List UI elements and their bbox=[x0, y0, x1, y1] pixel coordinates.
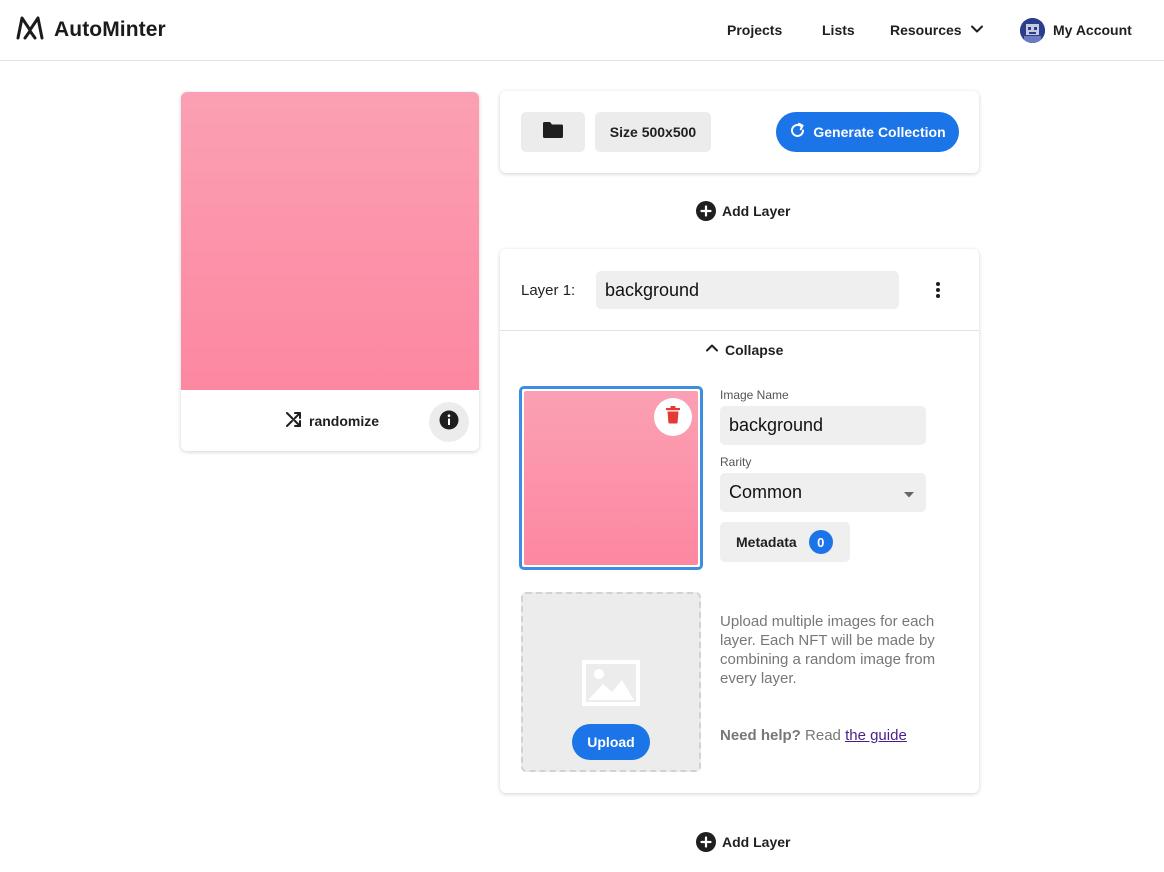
nav-account-label: My Account bbox=[1053, 22, 1132, 38]
autominter-logo-icon bbox=[16, 14, 44, 45]
randomize-label: randomize bbox=[309, 412, 380, 429]
randomize-button[interactable]: randomize bbox=[285, 410, 379, 431]
nft-preview-image bbox=[181, 92, 479, 390]
metadata-button[interactable]: Metadata 0 bbox=[720, 522, 850, 562]
layer-name-input[interactable] bbox=[596, 271, 899, 309]
layer-card: Layer 1: Collapse Image Name Rarity bbox=[500, 249, 979, 793]
add-layer-label: Add Layer bbox=[722, 203, 791, 219]
chevron-down-icon bbox=[970, 22, 984, 39]
refresh-icon bbox=[789, 122, 806, 142]
upload-button[interactable]: Upload bbox=[572, 724, 650, 760]
upload-dropzone[interactable]: Upload bbox=[521, 592, 701, 772]
nav-lists[interactable]: Lists bbox=[822, 0, 855, 60]
add-layer-button-top[interactable]: Add Layer bbox=[696, 201, 790, 221]
folder-icon bbox=[542, 121, 564, 144]
nav-my-account[interactable]: My Account bbox=[1020, 0, 1132, 60]
nav-resources-label: Resources bbox=[890, 22, 962, 38]
guide-link[interactable]: the guide bbox=[845, 727, 907, 744]
layer-image-tile[interactable] bbox=[519, 386, 703, 570]
layer-divider bbox=[500, 330, 979, 331]
shuffle-icon bbox=[285, 410, 303, 431]
dropdown-arrow-icon bbox=[904, 482, 914, 503]
layer-image-thumbnail bbox=[524, 391, 698, 565]
layer-number-label: Layer 1: bbox=[521, 282, 576, 299]
image-name-input[interactable] bbox=[720, 406, 926, 445]
generate-collection-label: Generate Collection bbox=[813, 124, 946, 140]
brand-name: AutoMinter bbox=[54, 17, 166, 41]
info-icon bbox=[439, 410, 459, 435]
nft-preview-card: randomize bbox=[181, 92, 479, 451]
rarity-label: Rarity bbox=[720, 455, 752, 469]
image-placeholder-icon bbox=[582, 660, 640, 711]
generate-collection-button[interactable]: Generate Collection bbox=[776, 112, 959, 152]
rarity-select[interactable]: Common bbox=[720, 473, 926, 512]
collection-toolbar: Size 500x500 Generate Collection bbox=[500, 91, 979, 173]
more-options-icon[interactable] bbox=[927, 279, 949, 301]
chevron-up-icon bbox=[705, 341, 719, 358]
trash-icon bbox=[665, 405, 681, 429]
open-folder-button[interactable] bbox=[521, 112, 585, 152]
collapse-button[interactable]: Collapse bbox=[705, 341, 783, 358]
size-button[interactable]: Size 500x500 bbox=[595, 112, 711, 152]
delete-image-button[interactable] bbox=[654, 398, 692, 436]
metadata-count-badge: 0 bbox=[808, 530, 833, 554]
need-help-text: Need help? Read the guide bbox=[720, 727, 907, 744]
metadata-label: Metadata bbox=[736, 534, 797, 550]
nav-projects[interactable]: Projects bbox=[727, 0, 782, 60]
add-circle-icon bbox=[696, 832, 716, 852]
collapse-label: Collapse bbox=[725, 341, 784, 358]
read-label: Read bbox=[805, 727, 841, 744]
upload-help-text: Upload multiple images for each layer. E… bbox=[720, 613, 936, 687]
avatar bbox=[1020, 17, 1045, 43]
brand-logo[interactable]: AutoMinter bbox=[16, 14, 166, 45]
image-name-label: Image Name bbox=[720, 388, 789, 402]
info-button[interactable] bbox=[429, 402, 469, 442]
add-layer-label: Add Layer bbox=[722, 834, 791, 850]
add-layer-button-bottom[interactable]: Add Layer bbox=[696, 832, 790, 852]
rarity-value: Common bbox=[729, 482, 803, 502]
add-circle-icon bbox=[696, 201, 716, 221]
top-navigation-bar: AutoMinter Projects Lists Resources My A… bbox=[0, 0, 1164, 61]
nav-resources[interactable]: Resources bbox=[890, 0, 984, 60]
need-help-label: Need help? bbox=[720, 727, 801, 744]
